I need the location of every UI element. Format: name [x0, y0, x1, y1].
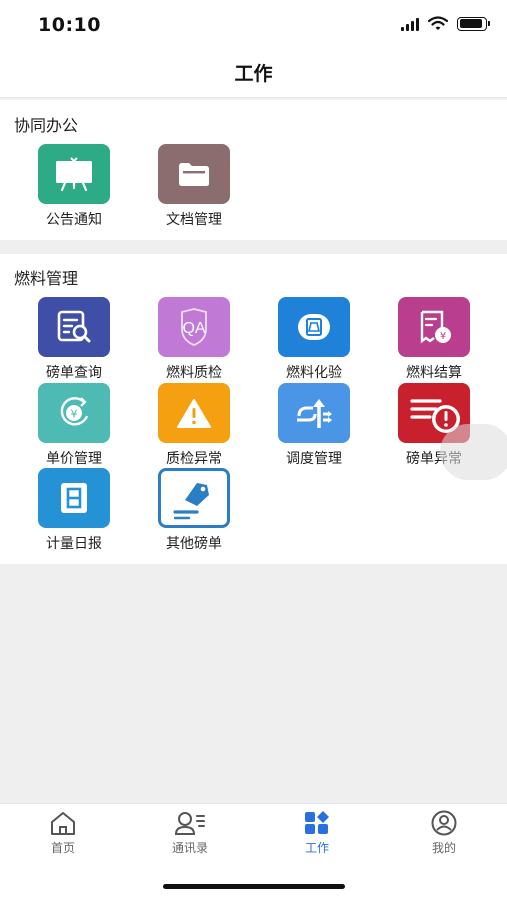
- app-label: 燃料结算: [406, 365, 462, 381]
- app-label: 单价管理: [46, 451, 102, 467]
- svg-text:¥: ¥: [71, 408, 78, 421]
- invoice-yen-icon: ¥: [398, 297, 470, 357]
- document-search-icon: [38, 297, 110, 357]
- profile-icon: [431, 810, 457, 836]
- app-label: 燃料化验: [286, 365, 342, 381]
- app-label: 公告通知: [46, 212, 102, 228]
- wifi-icon: [428, 16, 448, 30]
- status-bar: 10:10: [0, 0, 507, 52]
- app-announcements[interactable]: 公告通知: [19, 144, 129, 229]
- app-label: 计量日报: [46, 536, 102, 552]
- tab-home[interactable]: 首页: [18, 810, 108, 856]
- app-fuel-lab-test[interactable]: 燃料化验: [259, 297, 369, 382]
- section-title: 燃料管理: [14, 269, 79, 288]
- app-label: 其他磅单: [166, 536, 222, 552]
- tag-document-icon: [158, 468, 230, 528]
- app-other-weigh-tickets[interactable]: 其他磅单: [139, 468, 249, 553]
- status-time: 10:10: [38, 14, 101, 36]
- battery-icon: [457, 16, 490, 31]
- tab-label: 我的: [431, 841, 456, 855]
- page-title: 工作: [234, 63, 273, 85]
- qa-shield-icon: QA: [158, 297, 230, 357]
- app-fuel-quality-check[interactable]: QA 燃料质检: [139, 297, 249, 382]
- apps-grid-icon: [305, 811, 329, 834]
- cellular-signal-icon: [401, 17, 419, 31]
- app-quality-exception[interactable]: 质检异常: [139, 383, 249, 468]
- app-label: 燃料质检: [166, 365, 222, 381]
- yen-cycle-icon: ¥: [38, 383, 110, 443]
- app-label: 文档管理: [166, 212, 222, 228]
- tab-label: 首页: [50, 841, 75, 855]
- tab-label: 通讯录: [171, 841, 208, 855]
- warning-triangle-icon: [158, 383, 230, 443]
- section-collaboration: 协同办公 公告通知 文档管理: [0, 100, 507, 240]
- announcement-board-icon: [38, 144, 110, 204]
- tab-contacts[interactable]: 通讯录: [145, 810, 235, 856]
- tab-work[interactable]: 工作: [272, 810, 362, 856]
- home-indicator: [163, 884, 345, 889]
- app-label: 质检异常: [166, 451, 222, 467]
- daily-calendar-icon: [38, 468, 110, 528]
- tab-label: 工作: [304, 841, 329, 855]
- dispatch-arrows-icon: [278, 383, 350, 443]
- floating-assistive-button[interactable]: [440, 424, 507, 480]
- app-label: 磅单查询: [46, 365, 102, 381]
- app-documents[interactable]: 文档管理: [139, 144, 249, 229]
- tab-me[interactable]: 我的: [399, 810, 489, 856]
- app-weigh-ticket-query[interactable]: 磅单查询: [19, 297, 129, 382]
- app-dispatch[interactable]: 调度管理: [259, 383, 369, 468]
- nav-bar: 工作: [0, 52, 507, 98]
- app-fuel-settlement[interactable]: ¥ 燃料结算: [379, 297, 489, 382]
- status-icons: [401, 16, 490, 31]
- app-daily-metering-report[interactable]: 计量日报: [19, 468, 129, 553]
- section-fuel-management: 燃料管理 磅单查询 QA 燃料质检 燃料化验 ¥ 燃料结算 ¥ 单价管理 质检异…: [0, 254, 507, 564]
- svg-text:¥: ¥: [440, 331, 446, 342]
- svg-text:QA: QA: [182, 320, 205, 337]
- section-title: 协同办公: [14, 116, 79, 135]
- app-label: 调度管理: [286, 451, 342, 467]
- home-icon: [51, 812, 75, 835]
- contacts-icon: [174, 812, 205, 835]
- app-unit-price[interactable]: ¥ 单价管理: [19, 383, 129, 468]
- lab-flask-icon: [278, 297, 350, 357]
- folder-icon: [158, 144, 230, 204]
